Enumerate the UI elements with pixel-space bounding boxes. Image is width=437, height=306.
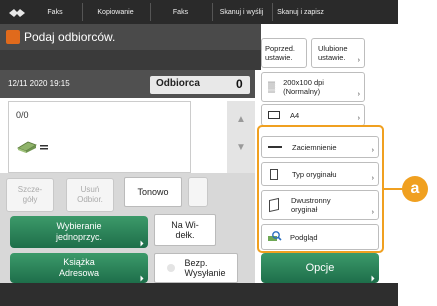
page-size-icon: [268, 111, 280, 119]
scan-size-button[interactable]: A4 ›: [261, 104, 365, 126]
callout-marker: a: [402, 176, 428, 202]
callout-connector: [384, 188, 404, 190]
resolution-button[interactable]: ▒ 200x100 dpi (Normalny) ›: [261, 72, 365, 102]
resolution-icon: ▒: [268, 81, 276, 93]
page-title: Podaj odbiorców.: [24, 30, 116, 44]
direct-send-label-line1: Bezp.: [184, 258, 208, 268]
options-button[interactable]: Opcje: [261, 253, 379, 283]
direct-send-button[interactable]: Bezp. Wysyłanie: [154, 253, 238, 283]
fax-mode-icon: [6, 30, 20, 44]
favorite-settings-line1: Ulubione: [318, 44, 348, 53]
chevron-right-icon: ›: [357, 57, 360, 64]
tab-scan-store[interactable]: Skanuj i zapisz: [272, 3, 328, 21]
destination-label: Odbiorca: [156, 78, 200, 89]
previous-settings-line1: Poprzed.: [265, 44, 296, 53]
chevron-right-icon: ›: [357, 91, 360, 98]
scan-size-label: A4: [290, 110, 300, 120]
previous-settings-button[interactable]: Poprzed. ustawie.: [261, 38, 307, 68]
details-button[interactable]: Szcze- góły: [6, 178, 54, 212]
fax-machine-icon: [16, 138, 50, 154]
direct-send-radio-icon: [166, 264, 175, 272]
one-touch-label-line2: jednoprzyc.: [55, 232, 103, 242]
on-hook-label-line2: dełk.: [175, 230, 195, 240]
tab-copy[interactable]: Kopiowanie: [82, 3, 148, 21]
destination-list[interactable]: [8, 101, 191, 173]
tone-button[interactable]: Tonowo: [124, 177, 182, 207]
bottom-status-bar: [0, 283, 398, 306]
details-label-line2: góły: [22, 195, 38, 204]
tab-fax-1[interactable]: Faks: [30, 3, 80, 21]
blank-key-button[interactable]: [188, 177, 208, 207]
one-touch-label-line1: Wybieranie: [56, 221, 102, 231]
callout-highlight-frame: [257, 125, 384, 253]
delete-label-line1: Usuń: [80, 185, 100, 194]
address-book-label-line2: Adresowa: [58, 268, 100, 278]
resolution-line2: (Normalny): [283, 87, 321, 96]
destination-count: 0: [236, 77, 243, 91]
direct-send-label-line2: Wysyłanie: [184, 268, 226, 278]
options-label: Opcje: [305, 261, 335, 274]
on-hook-button[interactable]: Na Wi- dełk.: [154, 214, 216, 246]
scroll-up-icon[interactable]: ▲: [231, 106, 251, 132]
tab-scan-send[interactable]: Skanuj i wyślij: [212, 3, 270, 21]
delete-label-line2: Odbior.: [77, 195, 103, 204]
previous-settings-line2: ustawie.: [265, 53, 293, 62]
resolution-line1: 200x100 dpi: [283, 78, 324, 87]
tab-fax-2[interactable]: Faks: [150, 3, 210, 21]
on-hook-label-line1: Na Wi-: [171, 220, 199, 230]
details-label-line1: Szcze-: [17, 185, 43, 194]
datetime: 12/11 2020 19:15: [8, 79, 70, 88]
home-logo-icon[interactable]: [8, 6, 26, 18]
header-band: [0, 50, 261, 70]
favorite-settings-button[interactable]: Ulubione ustawie. ›: [311, 38, 365, 68]
chevron-right-icon: ›: [357, 115, 360, 122]
favorite-settings-line2: ustawie.: [318, 53, 346, 62]
address-book-button[interactable]: Książka Adresowa: [10, 253, 148, 283]
delete-destination-button[interactable]: Usuń Odbior.: [66, 178, 114, 212]
list-count: 0/0: [16, 110, 29, 120]
scroll-down-icon[interactable]: ▼: [231, 134, 251, 160]
address-book-label-line1: Książka: [63, 257, 95, 267]
one-touch-dial-button[interactable]: Wybieranie jednoprzyc.: [10, 216, 148, 248]
